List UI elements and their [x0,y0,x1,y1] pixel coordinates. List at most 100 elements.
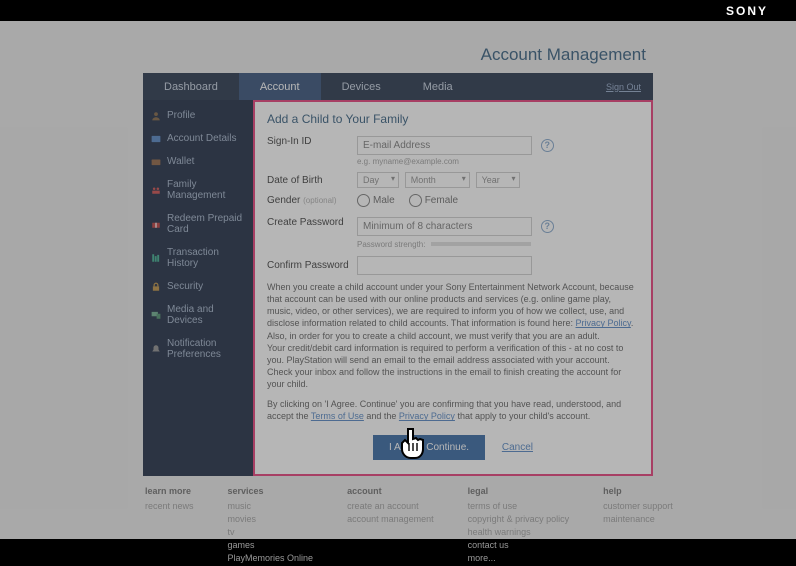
sidebar-item-account-details[interactable]: Account Details [143,127,253,150]
user-icon [151,111,161,121]
sidebar-item-label: Account Details [167,133,236,144]
card-icon [151,134,161,144]
footer-col-legal: legal terms of use copyright & privacy p… [468,486,570,566]
sidebar-item-label: Wallet [167,156,194,167]
privacy-policy-link[interactable]: Privacy Policy [576,318,631,328]
sidebar: Profile Account Details Wallet Family Ma… [143,100,253,476]
pw-strength-bar [431,242,531,246]
pw-strength-label: Password strength: [357,240,425,249]
gender-male-option[interactable]: Male [357,194,395,207]
signin-id-input[interactable] [357,136,532,155]
sidebar-item-label: Transaction History [167,247,245,269]
sidebar-item-profile[interactable]: Profile [143,104,253,127]
family-icon [151,185,161,195]
footer-col-help: help customer support maintenance [603,486,673,566]
cancel-link[interactable]: Cancel [502,442,533,453]
row-signin-id: Sign-In ID ? e.g. myname@example.com [267,136,639,166]
info-paragraph-1: When you create a child account under yo… [267,281,639,390]
sidebar-item-media-devices[interactable]: Media and Devices [143,298,253,332]
terms-of-use-link[interactable]: Terms of Use [311,411,364,421]
dob-year-select[interactable]: Year [476,172,520,188]
footer-link[interactable]: terms of use [468,501,570,511]
lock-icon [151,282,161,292]
dob-day-select[interactable]: Day [357,172,399,188]
sidebar-item-label: Media and Devices [167,304,245,326]
dob-label: Date of Birth [267,175,357,186]
gender-female-radio[interactable] [409,194,422,207]
row-confirm-password: Confirm Password [267,256,639,275]
bell-icon [151,344,161,354]
sidebar-item-wallet[interactable]: Wallet [143,150,253,173]
gift-icon [151,219,161,229]
footer-link[interactable]: movies [228,514,314,524]
footer-link[interactable]: maintenance [603,514,673,524]
create-password-input[interactable] [357,217,532,236]
footer-link[interactable]: more... [468,553,570,563]
info-paragraph-2: By clicking on 'I Agree. Continue' you a… [267,398,639,422]
confirm-password-input[interactable] [357,256,532,275]
panel-heading: Add a Child to Your Family [267,112,639,126]
sidebar-item-label: Family Management [167,179,245,201]
footer-col-learn: learn more recent news [145,486,194,566]
app-body: Profile Account Details Wallet Family Ma… [143,100,653,476]
footer-link[interactable]: customer support [603,501,673,511]
sign-out-link[interactable]: Sign Out [606,82,641,92]
sidebar-item-notifications[interactable]: Notification Preferences [143,332,253,366]
confirm-pw-label: Confirm Password [267,260,357,271]
sidebar-item-label: Security [167,281,203,292]
help-icon[interactable]: ? [541,139,554,152]
sidebar-item-history[interactable]: Transaction History [143,241,253,275]
tab-bar: Dashboard Account Devices Media Sign Out [143,73,653,100]
main-panel: Add a Child to Your Family Sign-In ID ? … [253,100,653,476]
footer-link[interactable]: games [228,540,314,550]
page-header: Account Management [0,45,796,73]
history-icon [151,253,161,263]
footer-col-title: learn more [145,486,194,496]
footer-col-title: legal [468,486,570,496]
agree-continue-button[interactable]: I Agree. Continue. [373,435,485,460]
tab-devices[interactable]: Devices [321,73,402,100]
footer: learn more recent news services music mo… [0,476,796,566]
page-title: Account Management [481,45,646,64]
page-background: Account Management Dashboard Account Dev… [0,21,796,539]
sony-logo: SONY [726,4,768,18]
footer-link[interactable]: tv [228,527,314,537]
gender-male-radio[interactable] [357,194,370,207]
footer-link[interactable]: PlayMemories Online [228,553,314,563]
dob-month-select[interactable]: Month [405,172,470,188]
gender-label: Gender (optional) [267,195,357,206]
tab-account[interactable]: Account [239,73,321,100]
footer-col-title: help [603,486,673,496]
footer-col-title: services [228,486,314,496]
footer-link[interactable]: music [228,501,314,511]
footer-col-services: services music movies tv games PlayMemor… [228,486,314,566]
wallet-icon [151,157,161,167]
create-pw-label: Create Password [267,217,357,228]
row-create-password: Create Password ? Password strength: [267,217,639,250]
footer-link[interactable]: health warnings [468,527,570,537]
privacy-policy-link-2[interactable]: Privacy Policy [399,411,455,421]
app-container: Dashboard Account Devices Media Sign Out… [143,73,653,476]
devices-icon [151,310,161,320]
sidebar-item-security[interactable]: Security [143,275,253,298]
sidebar-item-redeem[interactable]: Redeem Prepaid Card [143,207,253,241]
top-bar: SONY [0,0,796,21]
sidebar-item-family[interactable]: Family Management [143,173,253,207]
footer-link[interactable]: recent news [145,501,194,511]
action-row: I Agree. Continue. Cancel [267,435,639,460]
footer-link[interactable]: account management [347,514,434,524]
row-gender: Gender (optional) Male Female [267,194,639,207]
footer-link[interactable]: contact us [468,540,570,550]
gender-female-option[interactable]: Female [409,194,458,207]
sidebar-item-label: Notification Preferences [167,338,245,360]
footer-link[interactable]: create an account [347,501,434,511]
sidebar-item-label: Redeem Prepaid Card [167,213,245,235]
tab-dashboard[interactable]: Dashboard [143,73,239,100]
signin-id-label: Sign-In ID [267,136,357,147]
tab-media[interactable]: Media [402,73,474,100]
sidebar-item-label: Profile [167,110,195,121]
footer-link[interactable]: copyright & privacy policy [468,514,570,524]
footer-col-title: account [347,486,434,496]
signin-id-hint: e.g. myname@example.com [357,157,639,166]
help-icon[interactable]: ? [541,220,554,233]
